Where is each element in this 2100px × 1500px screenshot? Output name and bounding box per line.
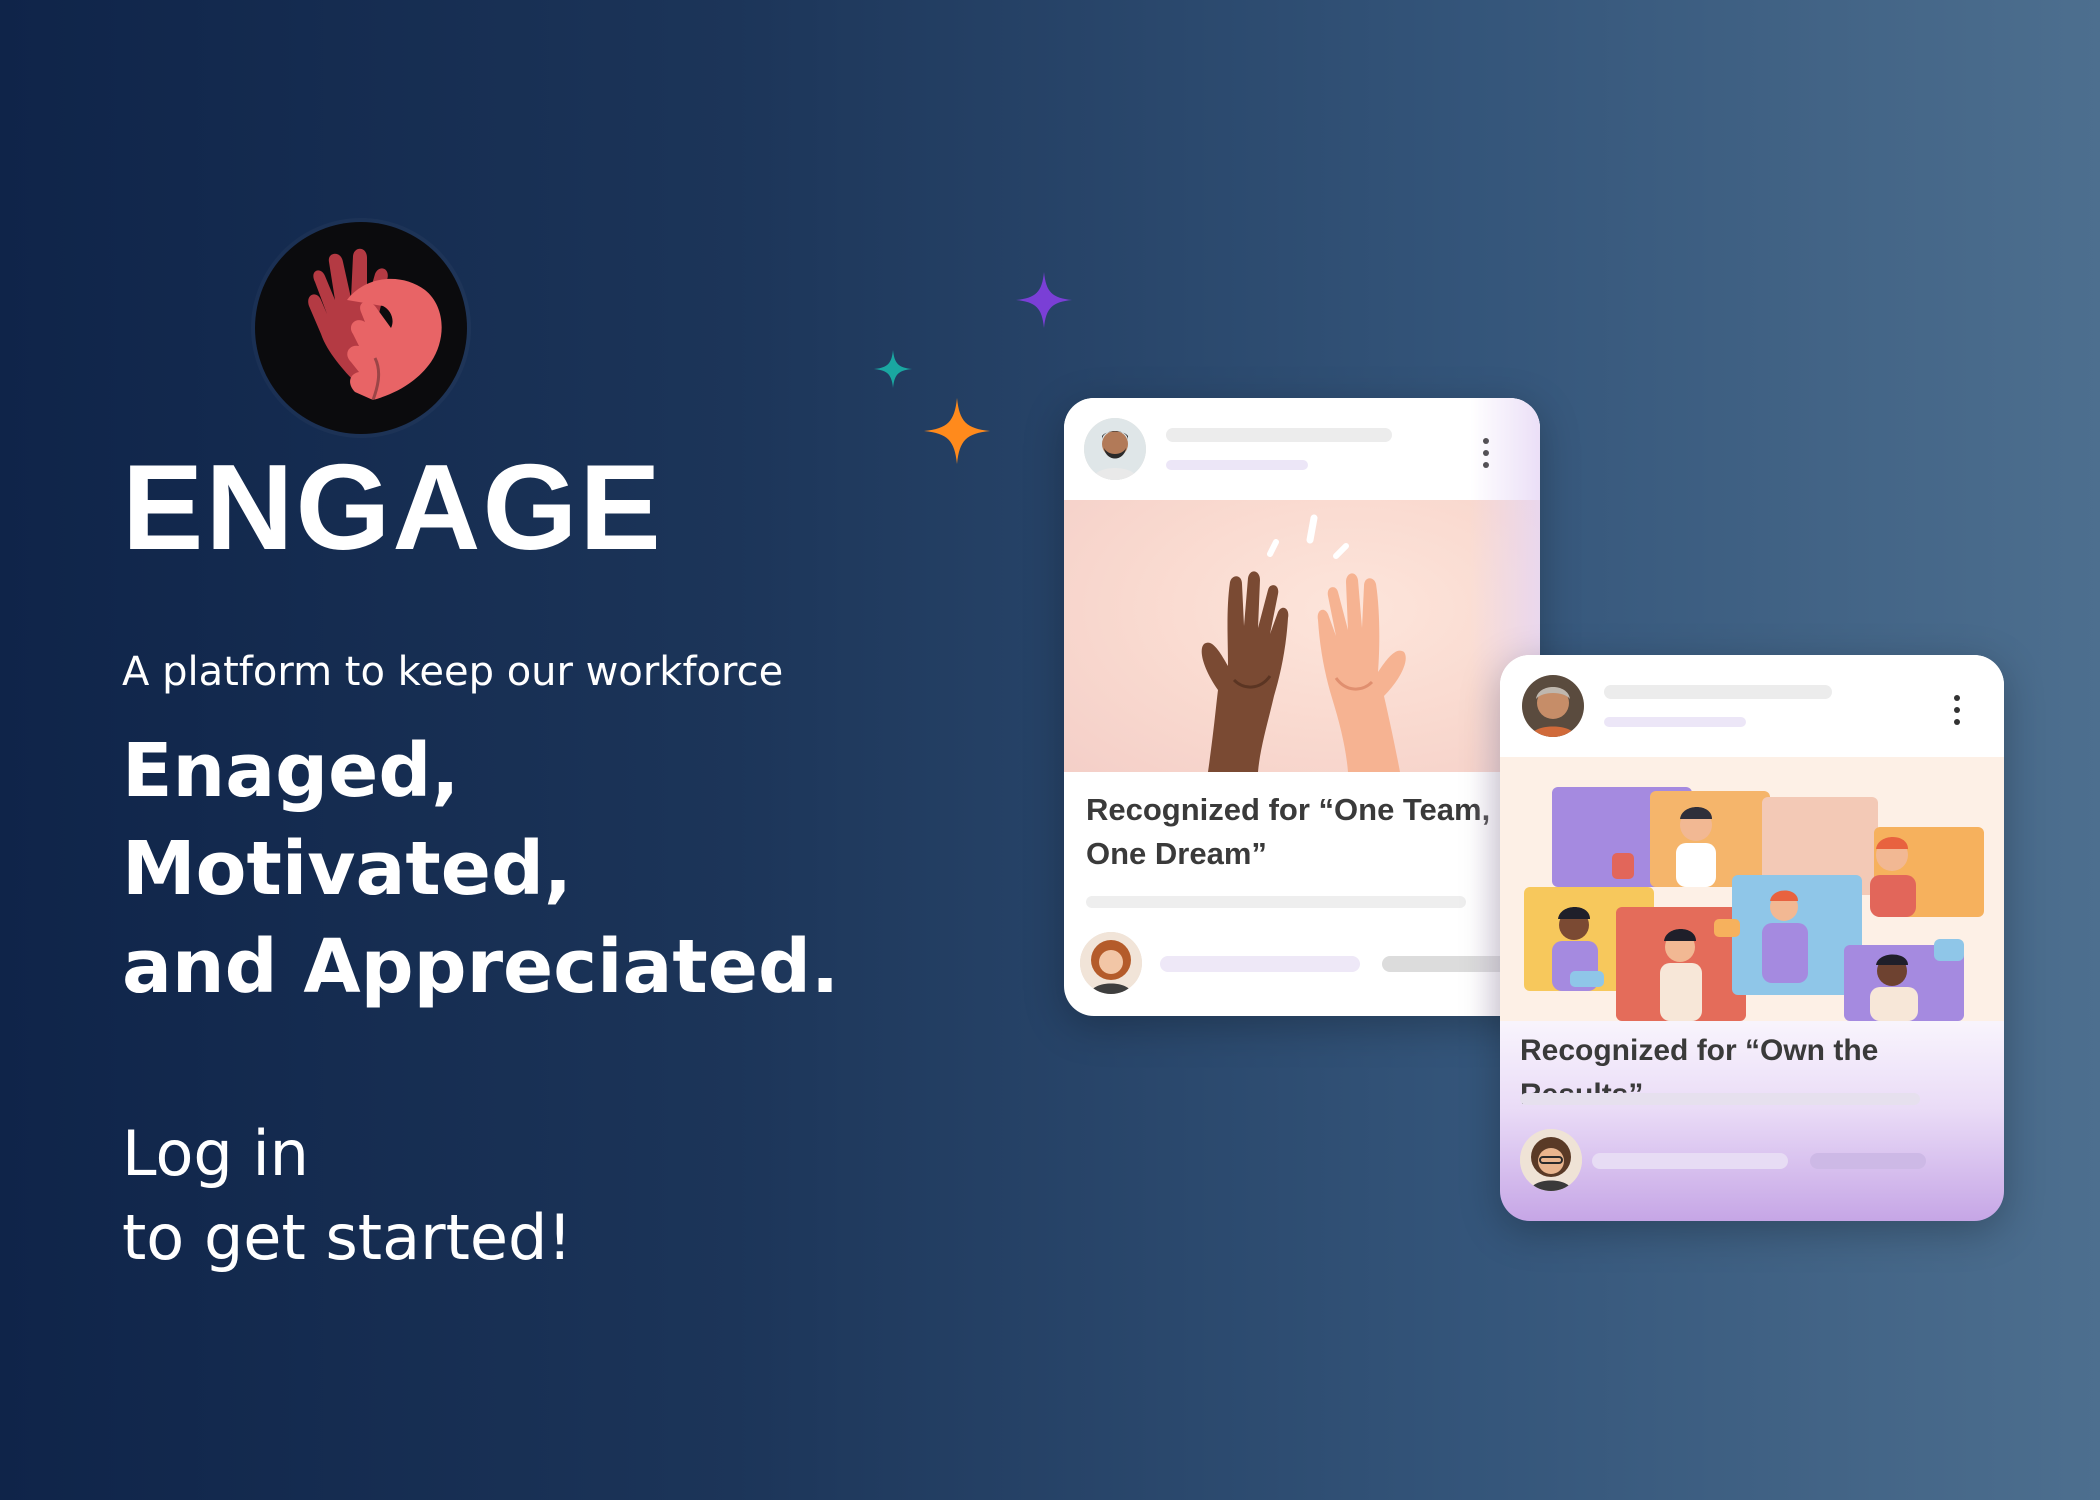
recognition-card[interactable]: Recognized for “One Team, One Dream”	[1064, 398, 1540, 1016]
recognition-text: Recognized for “One Team, One Dream”	[1086, 792, 1491, 871]
login-prompt-line: Log in	[122, 1117, 309, 1190]
headline-line: and Appreciated.	[122, 924, 840, 1010]
author-subtitle-placeholder	[1166, 460, 1308, 470]
tagline: A platform to keep our workforce	[122, 649, 784, 695]
author-name-placeholder	[1166, 428, 1392, 442]
card-header	[1500, 655, 2004, 757]
description-placeholder	[1086, 896, 1466, 908]
headline: Enaged, Motivated, and Appreciated.	[122, 722, 839, 1016]
description-placeholder	[1520, 1093, 1920, 1105]
woman-avatar	[1522, 675, 1584, 737]
high-five-illustration	[1064, 500, 1540, 772]
hands-heart-icon	[308, 248, 442, 401]
headline-line: Motivated,	[122, 826, 573, 912]
login-prompt: Log in to get started!	[122, 1112, 572, 1280]
recognition-card[interactable]: Recognized for “Own the Results”	[1500, 655, 2004, 1221]
comment-placeholder	[1592, 1153, 1788, 1169]
sparkle-purple-icon	[1016, 272, 1072, 328]
woman-avatar	[1080, 932, 1142, 994]
man-avatar	[1520, 1129, 1582, 1191]
card-header	[1064, 398, 1540, 500]
team-celebration-illustration	[1500, 757, 2004, 1021]
author-name-placeholder	[1604, 685, 1832, 699]
author-subtitle-placeholder	[1604, 717, 1746, 727]
brand-logo	[255, 222, 467, 434]
more-options-icon[interactable]	[1952, 695, 1962, 725]
more-options-icon[interactable]	[1481, 438, 1491, 468]
comment-placeholder	[1810, 1153, 1926, 1169]
headline-line: Enaged,	[122, 728, 460, 814]
comment-placeholder	[1160, 956, 1360, 972]
sparkle-orange-icon	[924, 398, 990, 464]
login-prompt-line: to get started!	[122, 1201, 573, 1274]
man-avatar	[1084, 418, 1146, 480]
brand-name: ENGAGE	[122, 439, 663, 575]
comment-placeholder	[1382, 956, 1512, 972]
sparkle-teal-icon	[874, 350, 912, 388]
